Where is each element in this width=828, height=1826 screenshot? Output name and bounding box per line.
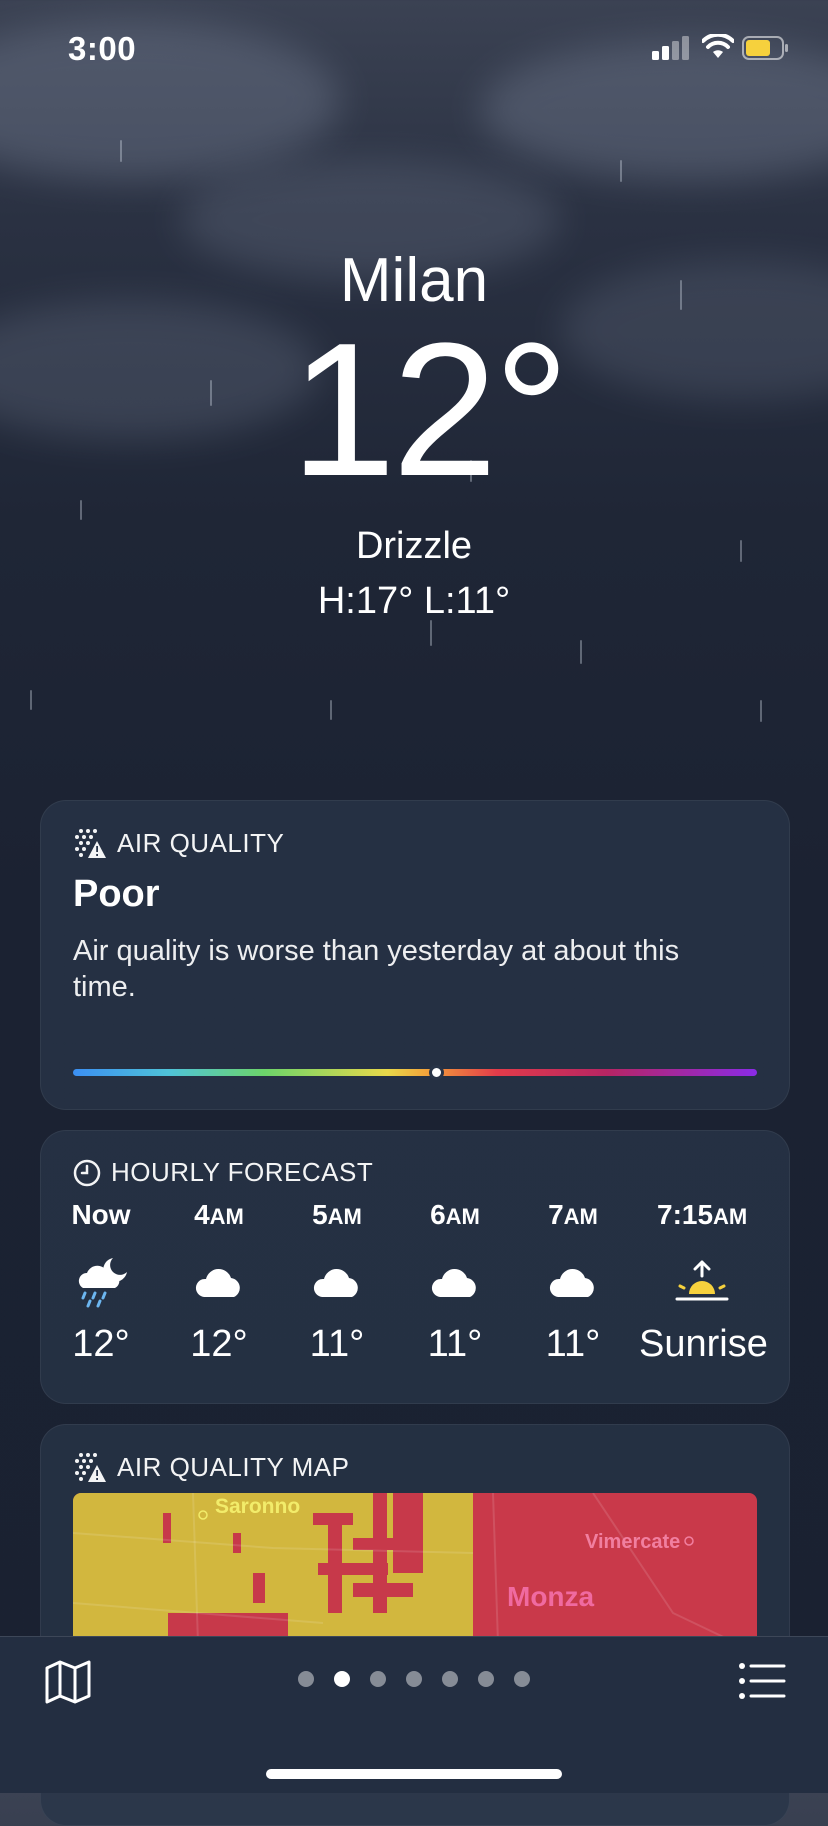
hour-label: Now — [71, 1199, 131, 1230]
cloud-icon — [195, 1269, 240, 1297]
hourly-item: 7AM 11° — [513, 1199, 633, 1366]
status-time: 3:00 — [68, 30, 137, 67]
home-indicator — [266, 1769, 562, 1779]
cloud-icon — [549, 1269, 594, 1297]
page-dot[interactable] — [406, 1671, 422, 1687]
air-quality-title: AIR QUALITY — [117, 827, 285, 858]
hourly-forecast-card[interactable]: HOURLY FORECAST Now 12° 4AM 12° 5AM 11° … — [40, 1130, 790, 1404]
air-quality-level: Poor — [73, 873, 160, 915]
page-dot[interactable] — [298, 1671, 314, 1687]
hour-label: 4AM — [194, 1199, 244, 1230]
battery-icon — [742, 36, 788, 60]
page-dot[interactable] — [514, 1671, 530, 1687]
page-dot[interactable] — [370, 1671, 386, 1687]
sunrise-icon — [675, 1260, 729, 1301]
page-indicator[interactable] — [0, 1671, 828, 1687]
air-quality-scale-marker — [428, 1065, 444, 1080]
vimercate-marker-icon — [684, 1536, 694, 1546]
hour-label: 7AM — [548, 1199, 598, 1230]
current-temperature: 12° — [290, 304, 569, 516]
hourly-item: Now 12° — [41, 1199, 161, 1366]
page-dot[interactable] — [442, 1671, 458, 1687]
hour-label: 5AM — [312, 1199, 362, 1230]
current-condition: Drizzle — [355, 525, 473, 567]
clock-icon — [73, 1159, 101, 1186]
saronno-marker-icon — [198, 1510, 208, 1520]
cloud-moon-rain-icon — [78, 1258, 127, 1308]
map-label-saronno: Saronno — [215, 1495, 301, 1518]
cloud-icon — [431, 1269, 476, 1297]
bottom-toolbar — [0, 1636, 828, 1793]
hour-temperature: 12° — [190, 1323, 248, 1365]
hour-temperature: 11° — [309, 1323, 365, 1365]
map-label-vimercate: Vimercate — [585, 1531, 681, 1553]
hourly-forecast-header: HOURLY FORECAST — [73, 1157, 373, 1188]
air-quality-icon — [75, 829, 106, 858]
high-low-temperature: H:17° L:11° — [317, 580, 511, 622]
air-quality-description: Air quality is worse than yesterday at a… — [73, 935, 680, 1003]
hourly-item: 4AM 12° — [159, 1199, 279, 1366]
hour-temperature: 12° — [72, 1323, 130, 1365]
air-quality-card[interactable]: AIR QUALITY Poor Air quality is worse th… — [40, 800, 790, 1110]
air-quality-map-header: AIR QUALITY MAP — [73, 1451, 349, 1483]
air-quality-map-title: AIR QUALITY MAP — [117, 1451, 350, 1482]
map-label-monza: Monza — [507, 1581, 595, 1612]
hourly-item: 6AM 11° — [395, 1199, 515, 1366]
status-bar: 3:00 — [0, 0, 828, 100]
page-dot[interactable] — [478, 1671, 494, 1687]
hourly-item: 7:15AM Sunrise — [639, 1199, 789, 1366]
hourly-forecast-title: HOURLY FORECAST — [111, 1157, 374, 1187]
hour-label: 7:15AM — [657, 1199, 748, 1230]
air-quality-scale — [73, 1069, 757, 1076]
air-quality-header: AIR QUALITY — [73, 827, 284, 859]
cellular-signal-icon — [652, 36, 689, 60]
air-quality-icon — [75, 1453, 106, 1482]
hour-temperature: 11° — [427, 1323, 483, 1365]
page-dot-active[interactable] — [334, 1671, 350, 1687]
wifi-icon — [702, 34, 734, 58]
hour-temperature: 11° — [545, 1323, 601, 1365]
hour-label: 6AM — [430, 1199, 480, 1230]
hourly-item: 5AM 11° — [277, 1199, 397, 1366]
hour-sunrise-label: Sunrise — [639, 1323, 768, 1365]
city-list-icon[interactable] — [738, 1661, 786, 1701]
cloud-icon — [313, 1269, 358, 1297]
